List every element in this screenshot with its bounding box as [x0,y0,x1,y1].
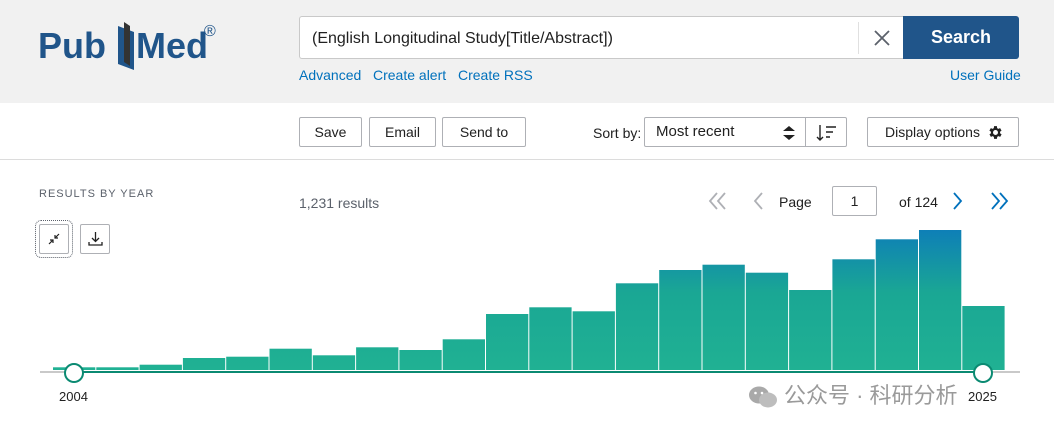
range-end-label: 2025 [968,389,997,404]
year-bar-2013[interactable] [442,339,485,370]
first-page-icon[interactable] [707,191,729,211]
total-pages: of 124 [899,194,938,210]
year-bar-2017[interactable] [615,283,659,370]
gear-icon [989,126,1002,139]
range-end-handle[interactable] [973,363,993,383]
create-alert-link[interactable]: Create alert [373,67,446,83]
clear-search-button[interactable] [858,22,904,54]
watermark-text: 公众号 · 科研分析 [784,383,958,408]
create-rss-link[interactable]: Create RSS [458,67,533,83]
header: Pub Med ® (English Longitudinal Study[Ti… [0,0,1054,103]
results-by-year-label: RESULTS BY YEAR [39,188,155,200]
advanced-link[interactable]: Advanced [299,67,361,83]
wechat-icon [749,386,777,408]
email-button[interactable]: Email [369,117,436,147]
next-page-icon[interactable] [951,191,965,211]
svg-text:Pub: Pub [38,25,106,66]
year-bar-2022[interactable] [832,259,875,370]
year-bar-2016[interactable] [572,311,615,370]
year-bar-2009[interactable] [269,348,312,370]
sort-select[interactable]: Most recent [644,117,806,147]
year-bar-2021[interactable] [789,290,832,370]
previous-page-icon[interactable] [751,191,765,211]
year-bar-2014[interactable] [486,314,529,370]
search-query-text: (English Longitudinal Study[Title/Abstra… [312,30,613,47]
svg-text:Med: Med [136,25,208,66]
year-bar-2015[interactable] [529,307,572,370]
sort-arrows-icon [783,126,795,140]
year-bar-2025[interactable] [962,306,1005,370]
range-start-label: 2004 [59,389,88,404]
year-bar-2007[interactable] [182,358,226,370]
results-toolbar: Save Email Send to Sort by: Most recent … [0,103,1054,160]
last-page-icon[interactable] [988,191,1010,211]
sort-descending-icon [816,125,836,141]
year-bar-2012[interactable] [399,350,442,370]
sort-by-label: Sort by: [593,125,642,141]
watermark: 公众号 · 科研分析 [748,378,958,410]
search-input[interactable]: (English Longitudinal Study[Title/Abstra… [299,16,904,59]
year-bar-2010[interactable] [312,355,356,370]
sort-select-value: Most recent [656,123,735,140]
range-start-handle[interactable] [64,363,84,383]
year-bar-2019[interactable] [702,264,745,370]
page-label: Page [779,194,812,210]
page-number-input[interactable]: 1 [832,186,877,216]
year-bar-2023[interactable] [875,239,918,370]
search-button[interactable]: Search [903,16,1019,59]
save-button[interactable]: Save [299,117,362,147]
year-bar-2006[interactable] [139,364,182,370]
display-options-label: Display options [885,124,980,140]
year-bar-2008[interactable] [226,356,269,370]
year-bar-2011[interactable] [356,347,399,370]
display-options-button[interactable]: Display options [867,117,1019,147]
user-guide-link[interactable]: User Guide [950,67,1021,83]
year-bar-2024[interactable] [919,230,962,370]
results-count: 1,231 results [299,195,380,211]
close-icon [874,30,890,46]
pubmed-logo[interactable]: Pub Med ® [38,12,228,76]
send-to-button[interactable]: Send to [442,117,526,147]
year-bar-2018[interactable] [659,270,702,370]
sort-order-button[interactable] [805,117,847,147]
registered-mark: ® [204,23,216,40]
year-bar-2020[interactable] [745,272,789,370]
year-bar-2005[interactable] [96,367,139,370]
